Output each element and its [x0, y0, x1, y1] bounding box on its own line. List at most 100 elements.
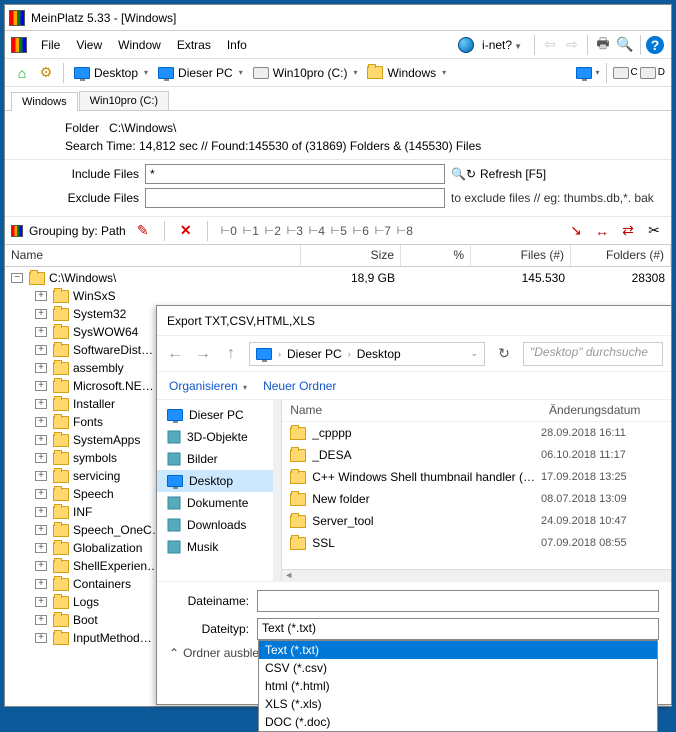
col-pct[interactable]: %	[401, 245, 471, 266]
expander-icon[interactable]: +	[35, 309, 47, 319]
crumb-pc[interactable]: Dieser PC	[287, 347, 342, 361]
col-date[interactable]: Änderungsdatum	[541, 400, 671, 421]
crumb-desktop[interactable]: Desktop▾	[70, 66, 152, 80]
filetype-option[interactable]: html (*.html)	[259, 677, 657, 695]
sidebar-item[interactable]: Dieser PC	[157, 404, 273, 426]
crumb-desktop[interactable]: Desktop	[357, 347, 401, 361]
sidebar-item[interactable]: Downloads	[157, 514, 273, 536]
level-5[interactable]: ⊢5	[329, 221, 349, 241]
action-1-icon[interactable]: ↘	[566, 221, 586, 241]
inet-button[interactable]: i-net?▼	[474, 34, 530, 56]
expander-icon[interactable]: +	[35, 471, 47, 481]
expander-icon[interactable]: +	[35, 615, 47, 625]
screen-icon[interactable]	[576, 67, 592, 79]
menu-file[interactable]: File	[33, 34, 68, 56]
sidebar-item[interactable]: Desktop	[157, 470, 273, 492]
drive-c-icon[interactable]	[613, 67, 629, 79]
expander-icon[interactable]: +	[35, 525, 47, 535]
expander-icon[interactable]: +	[35, 561, 47, 571]
filetype-combo[interactable]: Text (*.txt) Text (*.txt)CSV (*.csv)html…	[257, 618, 659, 640]
h-scrollbar[interactable]: ◄	[282, 569, 671, 581]
level-6[interactable]: ⊢6	[351, 221, 371, 241]
filetype-option[interactable]: CSV (*.csv)	[259, 659, 657, 677]
col-files[interactable]: Files (#)	[471, 245, 571, 266]
expander-icon[interactable]: +	[35, 489, 47, 499]
menu-view[interactable]: View	[68, 34, 110, 56]
expander-icon[interactable]: +	[35, 399, 47, 409]
list-item[interactable]: C++ Windows Shell thumbnail handler (…17…	[282, 466, 671, 488]
action-3-icon[interactable]: ⇄	[618, 221, 638, 241]
chevron-down-icon[interactable]: ⌄	[470, 348, 478, 359]
expander-icon[interactable]: −	[11, 273, 23, 283]
sidebar-item[interactable]: Bilder	[157, 448, 273, 470]
col-name[interactable]: Name	[5, 245, 301, 266]
refresh-icon[interactable]: 🔍↻	[451, 167, 476, 181]
address-bar[interactable]: › Dieser PC › Desktop ⌄	[249, 342, 485, 366]
refresh-label[interactable]: Refresh [F5]	[480, 167, 546, 181]
expander-icon[interactable]: +	[35, 417, 47, 427]
expander-icon[interactable]: +	[35, 579, 47, 589]
clear-icon[interactable]: ✕	[176, 221, 196, 241]
menu-info[interactable]: Info	[219, 34, 255, 56]
level-4[interactable]: ⊢4	[307, 221, 327, 241]
scrollbar[interactable]	[274, 400, 283, 581]
filetype-option[interactable]: DOC (*.doc)	[259, 713, 657, 731]
up-icon[interactable]: ↑	[221, 345, 241, 363]
search-icon[interactable]: 🔍	[615, 35, 635, 55]
action-2-icon[interactable]: ↔	[592, 221, 612, 241]
list-item[interactable]: _DESA06.10.2018 11:17	[282, 444, 671, 466]
menu-window[interactable]: Window	[110, 34, 169, 56]
chevron-up-icon[interactable]: ⌃	[169, 646, 179, 660]
list-item[interactable]: New folder08.07.2018 13:09	[282, 488, 671, 510]
action-4-icon[interactable]: ✂	[644, 221, 664, 241]
level-7[interactable]: ⊢7	[373, 221, 393, 241]
new-folder-button[interactable]: Neuer Ordner	[263, 379, 336, 393]
sidebar-item[interactable]: Musik	[157, 536, 273, 558]
expander-icon[interactable]: +	[35, 381, 47, 391]
print-icon[interactable]: 🖶	[593, 35, 613, 55]
expander-icon[interactable]: +	[35, 327, 47, 337]
level-2[interactable]: ⊢2	[263, 221, 283, 241]
filetype-option[interactable]: XLS (*.xls)	[259, 695, 657, 713]
expander-icon[interactable]: +	[35, 435, 47, 445]
crumb-pc[interactable]: Dieser PC▾	[154, 66, 247, 80]
organize-button[interactable]: Organisieren ▾	[169, 379, 247, 393]
expander-icon[interactable]: +	[35, 507, 47, 517]
drive-d-icon[interactable]	[640, 67, 656, 79]
table-row[interactable]: − C:\Windows\ 18,9 GB 145.530 28308	[5, 269, 671, 287]
filetype-option[interactable]: Text (*.txt)	[259, 641, 657, 659]
list-item[interactable]: _cpppp28.09.2018 16:11	[282, 422, 671, 444]
search-input[interactable]: "Desktop" durchsuche	[523, 342, 663, 366]
sidebar-item[interactable]: 3D-Objekte	[157, 426, 273, 448]
list-item[interactable]: Server_tool24.09.2018 10:47	[282, 510, 671, 532]
crumb-folder[interactable]: Windows▾	[363, 66, 450, 80]
exclude-input[interactable]	[145, 188, 445, 208]
menu-extras[interactable]: Extras	[169, 34, 219, 56]
crumb-drive[interactable]: Win10pro (C:)▾	[249, 66, 362, 80]
expander-icon[interactable]: +	[35, 291, 47, 301]
expander-icon[interactable]: +	[35, 453, 47, 463]
col-name[interactable]: Name	[282, 400, 541, 421]
col-size[interactable]: Size	[301, 245, 401, 266]
expander-icon[interactable]: +	[35, 543, 47, 553]
refresh-icon[interactable]: ↻	[494, 344, 514, 364]
table-row[interactable]: +WinSxS	[5, 287, 671, 305]
level-0[interactable]: ⊢0	[219, 221, 239, 241]
level-1[interactable]: ⊢1	[241, 221, 261, 241]
help-icon[interactable]: ?	[646, 36, 664, 54]
tab-windows[interactable]: Windows	[11, 92, 78, 111]
expander-icon[interactable]: +	[35, 597, 47, 607]
list-item[interactable]: SSL07.09.2018 08:55	[282, 532, 671, 554]
expander-icon[interactable]: +	[35, 633, 47, 643]
back-icon[interactable]: ←	[165, 345, 185, 363]
col-folders[interactable]: Folders (#)	[571, 245, 671, 266]
tab-drive[interactable]: Win10pro (C:)	[79, 91, 169, 110]
home-icon[interactable]: ⌂	[12, 63, 32, 83]
sidebar-item[interactable]: Dokumente	[157, 492, 273, 514]
include-input[interactable]	[145, 164, 445, 184]
expander-icon[interactable]: +	[35, 345, 47, 355]
level-8[interactable]: ⊢8	[395, 221, 415, 241]
level-3[interactable]: ⊢3	[285, 221, 305, 241]
options-icon[interactable]: ⚙	[36, 63, 56, 83]
filename-input[interactable]	[257, 590, 659, 612]
